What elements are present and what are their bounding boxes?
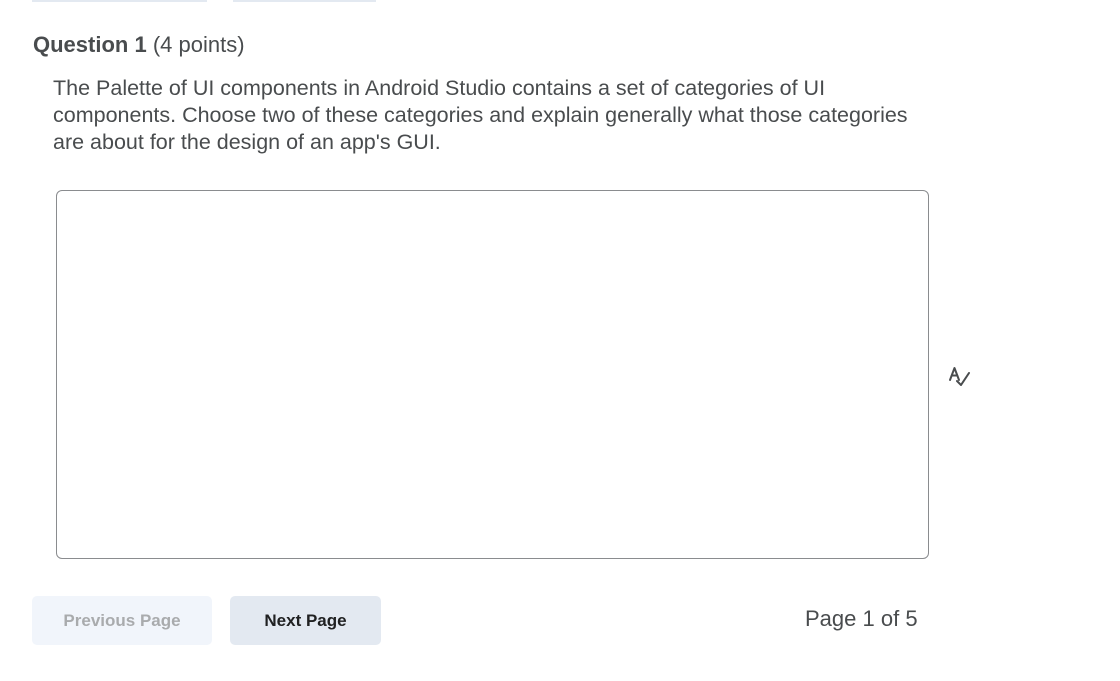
- answer-textarea[interactable]: [57, 191, 928, 558]
- question-title: Question 1: [33, 32, 147, 57]
- page-indicator-total: 5: [905, 606, 918, 631]
- page-indicator-current: 1: [862, 606, 875, 631]
- top-tab-divider: [32, 0, 207, 2]
- question-header: Question 1 (4 points): [33, 31, 245, 59]
- top-tab-divider: [233, 0, 376, 2]
- page-indicator-separator: of: [880, 606, 900, 631]
- next-page-button[interactable]: Next Page: [230, 596, 381, 645]
- answer-box: [56, 190, 929, 559]
- question-text: The Palette of UI components in Android …: [53, 76, 908, 154]
- question-points: (4 points): [152, 32, 245, 57]
- spellcheck-icon[interactable]: [946, 364, 972, 388]
- previous-page-button[interactable]: Previous Page: [32, 596, 212, 645]
- quiz-page: Question 1 (4 points) The Palette of UI …: [0, 0, 1120, 681]
- page-indicator: Page 1 of 5: [805, 605, 918, 633]
- page-indicator-prefix: Page: [805, 606, 857, 631]
